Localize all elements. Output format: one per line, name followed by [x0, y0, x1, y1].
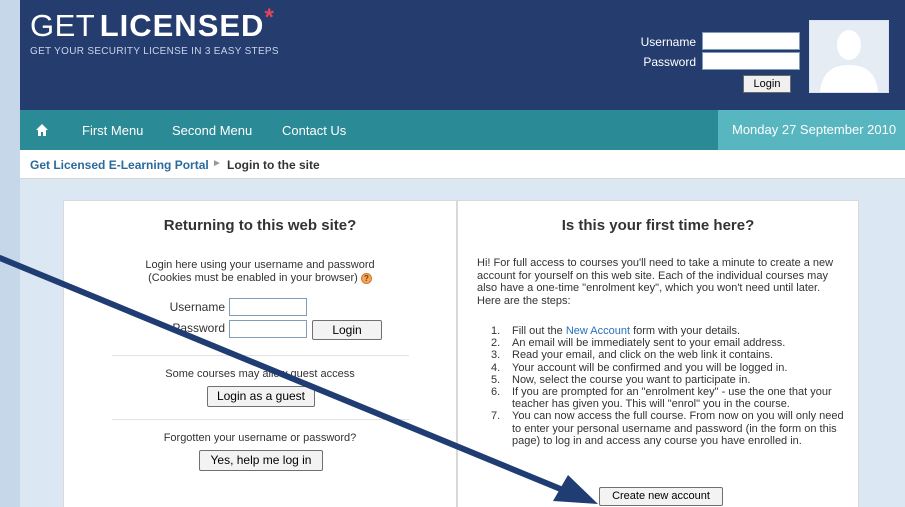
create-new-account-button[interactable]: Create new account — [599, 487, 723, 506]
list-item: 3. Read your email, and click on the web … — [491, 349, 774, 362]
breadcrumb-home-link[interactable]: Get Licensed E-Learning Portal — [30, 158, 209, 172]
login-button[interactable]: Login — [312, 320, 382, 340]
divider — [112, 419, 409, 420]
list-item: 5. Now, select the course you want to par… — [491, 373, 751, 386]
header-login-button[interactable]: Login — [743, 75, 791, 93]
current-date: Monday 27 September 2010 — [718, 110, 905, 150]
password-label: Password — [172, 321, 225, 335]
returning-user-panel: Returning to this web site? Login here u… — [63, 200, 457, 507]
list-item: 2. An email will be immediately sent to y… — [491, 337, 786, 350]
help-me-log-in-button[interactable]: Yes, help me log in — [199, 450, 323, 471]
help-icon[interactable]: ? — [360, 272, 372, 284]
avatar — [809, 20, 889, 93]
breadcrumb-separator-icon: ► — [212, 158, 222, 169]
header-password-input[interactable] — [702, 52, 800, 70]
main-navbar: First Menu Second Menu Contact Us Monday… — [20, 110, 905, 150]
site-logo[interactable]: GET LICENSED* — [30, 4, 274, 44]
forgot-password-text: Forgotten your username or password? — [163, 432, 357, 444]
main-content: Returning to this web site? Login here u… — [20, 179, 905, 507]
cookies-note: (Cookies must be enabled in your browser… — [148, 272, 358, 284]
username-label: Username — [169, 300, 225, 314]
nav-first-menu[interactable]: First Menu — [82, 123, 143, 138]
login-as-guest-button[interactable]: Login as a guest — [207, 386, 315, 407]
returning-intro-line1: Login here using your username and passw… — [145, 259, 375, 271]
list-item: 4. Your account will be confirmed and you… — [491, 361, 788, 374]
logo-get: GET — [30, 8, 96, 43]
breadcrumb: Get Licensed E-Learning Portal ► Login t… — [20, 150, 905, 179]
header-username-input[interactable] — [702, 32, 800, 50]
password-input[interactable] — [229, 320, 307, 338]
breadcrumb-current: Login to the site — [227, 158, 320, 172]
logo-licensed: LICENSED — [99, 8, 265, 43]
header-username-label: Username — [640, 35, 696, 49]
first-time-title: Is this your first time here? — [561, 217, 755, 234]
signup-steps: 1. Fill out the New Account form with you… — [479, 325, 849, 447]
list-item: 1. Fill out the New Account form with you… — [491, 325, 741, 337]
site-header: GET LICENSED* GET YOUR SECURITY LICENSE … — [20, 0, 905, 110]
site-tagline: GET YOUR SECURITY LICENSE IN 3 EASY STEP… — [30, 46, 279, 57]
header-password-label: Password — [643, 55, 696, 69]
page-frame: GET LICENSED* GET YOUR SECURITY LICENSE … — [20, 0, 905, 507]
list-item: 7. You can now access the full course. Fr… — [491, 410, 844, 447]
guest-access-text: Some courses may allow guest access — [165, 368, 355, 380]
user-silhouette-icon — [820, 30, 878, 92]
home-icon[interactable] — [35, 123, 49, 137]
new-account-link[interactable]: New Account — [566, 325, 630, 337]
first-time-intro: Hi! For full access to courses you'll ne… — [477, 257, 834, 307]
username-input[interactable] — [229, 298, 307, 316]
nav-contact-us[interactable]: Contact Us — [282, 123, 346, 138]
nav-second-menu[interactable]: Second Menu — [172, 123, 252, 138]
returning-title: Returning to this web site? — [163, 217, 357, 234]
logo-star-icon: * — [264, 4, 274, 31]
first-time-panel: Is this your first time here? Hi! For fu… — [457, 200, 859, 507]
divider — [112, 355, 409, 356]
returning-intro-line2: (Cookies must be enabled in your browser… — [64, 272, 456, 284]
list-item: 6. If you are prompted for an "enrolment … — [491, 386, 832, 411]
